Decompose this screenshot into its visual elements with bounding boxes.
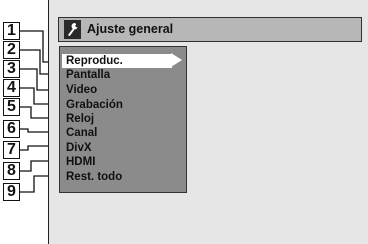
submenu-arrow-icon xyxy=(171,53,182,67)
menu-item-reproduc[interactable]: Reproduc. xyxy=(62,54,172,68)
callout-number: 2 xyxy=(3,41,20,59)
manual-illustration: Ajuste general Reproduc. Pantalla Video … xyxy=(0,0,368,244)
wrench-icon xyxy=(64,20,81,39)
callout-number: 6 xyxy=(3,120,20,138)
menu-item-reloj[interactable]: Reloj xyxy=(62,112,180,126)
menu-item-video[interactable]: Video xyxy=(62,83,180,97)
title-bar: Ajuste general xyxy=(58,17,362,42)
menu-item-divx[interactable]: DivX xyxy=(62,141,180,155)
callout-number: 4 xyxy=(3,79,20,97)
callout-number: 3 xyxy=(3,60,20,78)
main-menu: Reproduc. Pantalla Video Grabación Reloj… xyxy=(59,46,187,193)
menu-item-hdmi[interactable]: HDMI xyxy=(62,155,180,169)
page-title: Ajuste general xyxy=(87,22,174,36)
menu-item-pantalla[interactable]: Pantalla xyxy=(62,68,180,82)
callout-number: 8 xyxy=(3,162,20,180)
setup-screen: Ajuste general Reproduc. Pantalla Video … xyxy=(48,0,368,244)
callout-number: 1 xyxy=(3,22,20,40)
menu-item-rest-todo[interactable]: Rest. todo xyxy=(62,170,180,184)
callout-number: 7 xyxy=(3,141,20,159)
callout-number: 9 xyxy=(3,183,20,201)
callout-number: 5 xyxy=(3,98,20,116)
menu-item-grabacion[interactable]: Grabación xyxy=(62,98,180,112)
menu-item-canal[interactable]: Canal xyxy=(62,126,180,140)
